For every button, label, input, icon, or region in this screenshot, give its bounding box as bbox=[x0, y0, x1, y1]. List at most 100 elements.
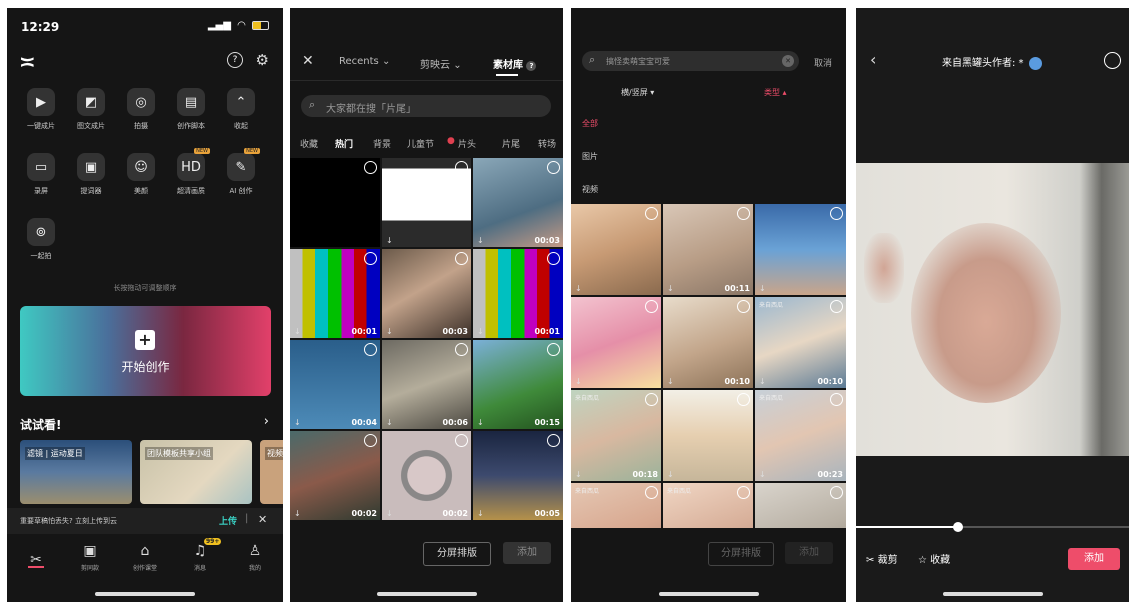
material-thumbnail[interactable]: ↓ 00:02 bbox=[290, 431, 380, 520]
tool-button[interactable]: ⊚ 一起拍 bbox=[16, 218, 66, 261]
select-circle-icon[interactable] bbox=[830, 207, 843, 220]
tool-button[interactable]: ◩ 图文成片 bbox=[66, 88, 116, 131]
orientation-filter[interactable]: 横/竖屏 ▾ bbox=[621, 87, 654, 98]
select-circle-icon[interactable] bbox=[455, 434, 468, 447]
result-thumbnail[interactable]: 来自西瓜 ↓ 00:23 bbox=[755, 390, 846, 481]
category-tab[interactable]: 转场 bbox=[538, 137, 556, 150]
type-option-image[interactable]: 图片 bbox=[582, 151, 598, 162]
type-option-all[interactable]: 全部 bbox=[582, 118, 598, 129]
try-more-chevron-icon[interactable]: › bbox=[264, 414, 269, 429]
tool-button[interactable]: ▭ 录屏 bbox=[16, 153, 66, 196]
select-circle-icon[interactable] bbox=[364, 161, 377, 174]
search-input[interactable]: ⌕ 大家都在搜「片尾」 bbox=[301, 95, 551, 117]
material-thumbnail[interactable]: ↓ 00:15 bbox=[473, 340, 563, 429]
select-circle-icon[interactable] bbox=[547, 434, 560, 447]
category-tab[interactable]: 片头 bbox=[458, 137, 476, 150]
result-thumbnail[interactable]: ↓ 00:10 bbox=[663, 297, 753, 388]
select-circle-icon[interactable] bbox=[364, 434, 377, 447]
tool-button[interactable]: ◎ 拍摄 bbox=[116, 88, 166, 131]
select-circle-icon[interactable] bbox=[737, 300, 750, 313]
result-thumbnail[interactable]: ↓ bbox=[571, 297, 661, 388]
select-circle-icon[interactable] bbox=[547, 161, 560, 174]
type-option-video[interactable]: 视频 bbox=[582, 184, 598, 195]
tool-button[interactable]: HD NEW 超清画质 bbox=[166, 148, 216, 196]
tool-button[interactable]: ▣ 提词器 bbox=[66, 153, 116, 196]
result-thumbnail[interactable]: ↓ bbox=[755, 204, 846, 295]
tab-recents[interactable]: Recents ⌄ bbox=[339, 56, 390, 67]
select-circle-icon[interactable] bbox=[737, 393, 750, 406]
tool-button[interactable]: ☺ 美颜 bbox=[116, 153, 166, 196]
tab-cloud[interactable]: 剪映云 ⌄ bbox=[420, 56, 462, 71]
material-thumbnail[interactable]: ↓ 00:03 bbox=[473, 158, 563, 247]
select-circle-icon[interactable] bbox=[364, 343, 377, 356]
nav-item[interactable]: ♫ 99+ 消息 bbox=[180, 538, 222, 572]
select-circle-icon[interactable] bbox=[1104, 52, 1121, 69]
select-circle-icon[interactable] bbox=[830, 486, 843, 499]
nav-item[interactable]: ✂ bbox=[16, 552, 56, 572]
select-circle-icon[interactable] bbox=[547, 343, 560, 356]
select-circle-icon[interactable] bbox=[547, 252, 560, 265]
material-thumbnail[interactable] bbox=[290, 158, 380, 247]
select-circle-icon[interactable] bbox=[645, 486, 658, 499]
select-circle-icon[interactable] bbox=[455, 161, 468, 174]
select-circle-icon[interactable] bbox=[645, 393, 658, 406]
select-circle-icon[interactable] bbox=[830, 393, 843, 406]
type-filter[interactable]: 类型 ▴ bbox=[764, 87, 787, 98]
material-thumbnail[interactable]: ↓ 00:06 bbox=[382, 340, 471, 429]
result-thumbnail[interactable]: 来自西瓜 ↓ 00:18 bbox=[571, 390, 661, 481]
favorite-button[interactable]: ☆ 收藏 bbox=[918, 551, 950, 566]
help-icon[interactable]: ? bbox=[227, 52, 243, 68]
add-button[interactable]: 添加 bbox=[1068, 548, 1120, 570]
result-thumbnail[interactable]: 来自西瓜 ↓ 00:10 bbox=[755, 297, 846, 388]
result-thumbnail[interactable]: ↓ 00:11 bbox=[663, 204, 753, 295]
tool-button[interactable]: ✎ NEW AI 创作 bbox=[216, 148, 266, 196]
material-thumbnail[interactable]: ↓ 00:02 bbox=[382, 431, 471, 520]
category-tab[interactable]: 收藏 bbox=[300, 137, 318, 150]
select-circle-icon[interactable] bbox=[737, 486, 750, 499]
category-tab[interactable]: 热门 bbox=[335, 137, 353, 150]
select-circle-icon[interactable] bbox=[645, 300, 658, 313]
tool-button[interactable]: ▶ 一键成片 bbox=[16, 88, 66, 131]
material-thumbnail[interactable]: ↓ bbox=[382, 158, 471, 247]
try-card-3[interactable]: 视频 bbox=[260, 440, 283, 504]
upload-link[interactable]: 上传 bbox=[219, 514, 237, 527]
result-thumbnail[interactable]: ↓ bbox=[663, 390, 753, 481]
close-icon[interactable]: ✕ bbox=[258, 513, 267, 526]
select-circle-icon[interactable] bbox=[645, 207, 658, 220]
result-thumbnail[interactable]: ↓ bbox=[571, 204, 661, 295]
search-input[interactable]: ⌕ 搞怪卖萌宝宝可爱 ✕ bbox=[582, 51, 799, 71]
tool-button[interactable]: ▤ 创作脚本 bbox=[166, 88, 216, 131]
try-card-1[interactable]: 滤镜 | 运动夏日 bbox=[20, 440, 132, 504]
material-thumbnail[interactable]: ↓ 00:01 bbox=[473, 249, 563, 338]
try-card-2[interactable]: 团队模板共享小组 bbox=[140, 440, 252, 504]
nav-item[interactable]: ♙ 我的 bbox=[235, 543, 275, 572]
select-circle-icon[interactable] bbox=[737, 207, 750, 220]
category-tab[interactable]: 片尾 bbox=[502, 137, 520, 150]
category-tab[interactable]: 背景 bbox=[373, 137, 391, 150]
tool-button[interactable]: ⌃ 收起 bbox=[216, 88, 266, 131]
select-circle-icon[interactable] bbox=[830, 300, 843, 313]
settings-gear-icon[interactable]: ⚙ bbox=[256, 51, 269, 69]
select-circle-icon[interactable] bbox=[455, 343, 468, 356]
clear-icon[interactable]: ✕ bbox=[782, 55, 794, 67]
material-thumbnail[interactable]: ↓ 00:04 bbox=[290, 340, 380, 429]
select-circle-icon[interactable] bbox=[455, 252, 468, 265]
material-thumbnail[interactable]: ↓ 00:01 bbox=[290, 249, 380, 338]
back-chevron-icon[interactable]: ‹ bbox=[870, 50, 876, 69]
material-thumbnail[interactable]: ↓ 00:05 bbox=[473, 431, 563, 520]
category-tab[interactable]: 儿童节 bbox=[407, 137, 434, 150]
cancel-button[interactable]: 取消 bbox=[814, 56, 832, 69]
split-layout-button[interactable]: 分屏排版 bbox=[423, 542, 491, 566]
start-create-button[interactable]: + 开始创作 bbox=[20, 306, 271, 396]
nav-item[interactable]: ▣ 剪同款 bbox=[70, 543, 110, 572]
crop-button[interactable]: ✂ 裁剪 bbox=[866, 551, 898, 566]
material-thumbnail[interactable]: ↓ 00:03 bbox=[382, 249, 471, 338]
split-layout-button[interactable]: 分屏排版 bbox=[708, 542, 774, 566]
close-icon[interactable]: ✕ bbox=[302, 53, 314, 69]
progress-handle[interactable] bbox=[953, 522, 963, 532]
add-button[interactable]: 添加 bbox=[785, 542, 833, 564]
tab-library[interactable]: 素材库 ? bbox=[493, 56, 537, 71]
nav-item[interactable]: ⌂ 创作课堂 bbox=[125, 543, 165, 572]
video-preview[interactable] bbox=[856, 163, 1129, 456]
select-circle-icon[interactable] bbox=[364, 252, 377, 265]
